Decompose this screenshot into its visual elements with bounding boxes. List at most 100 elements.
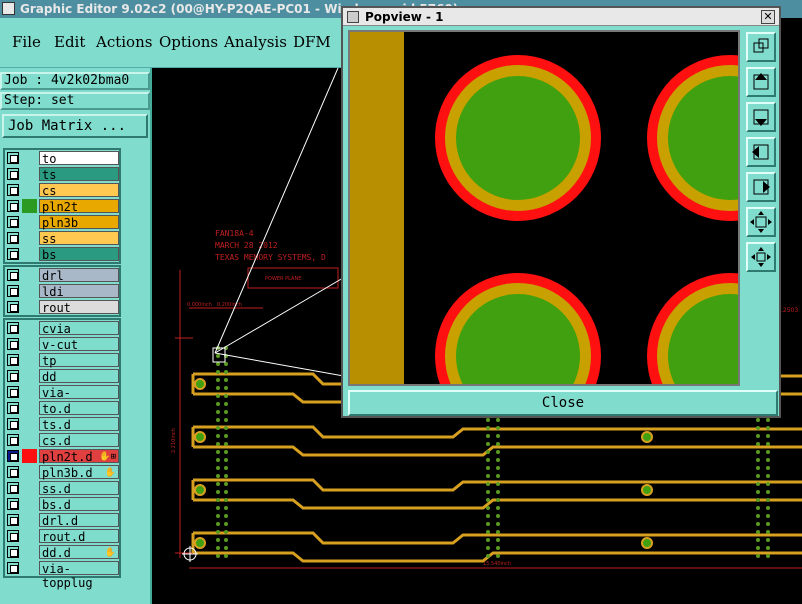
layer-affected-swatch[interactable] xyxy=(22,215,37,229)
layer-row-ts-d[interactable]: ts.d xyxy=(5,416,119,432)
layer-name[interactable]: ts xyxy=(39,167,119,182)
layer-checkbox[interactable] xyxy=(7,370,19,382)
layer-row-to[interactable]: to xyxy=(5,150,119,166)
layer-name[interactable]: bs.d xyxy=(39,497,119,512)
menu-actions[interactable]: Actions xyxy=(96,33,152,51)
layer-affected-swatch[interactable] xyxy=(22,284,37,298)
layer-name[interactable]: v-cut xyxy=(39,337,119,352)
layer-affected-swatch[interactable] xyxy=(22,433,37,447)
layer-name[interactable]: drl xyxy=(39,268,119,283)
layer-row-drl[interactable]: drl xyxy=(5,267,119,283)
layer-name[interactable]: to.d xyxy=(39,401,119,416)
layer-affected-swatch[interactable] xyxy=(22,337,37,351)
layer-name[interactable]: pln3b xyxy=(39,215,119,230)
layer-checkbox[interactable] xyxy=(7,301,19,313)
layer-affected-swatch[interactable] xyxy=(22,369,37,383)
layer-affected-swatch[interactable] xyxy=(22,529,37,543)
layer-affected-swatch[interactable] xyxy=(22,321,37,335)
layer-affected-swatch[interactable] xyxy=(22,300,37,314)
layer-row-via-topplug[interactable]: via-topplug xyxy=(5,384,119,414)
layer-checkbox[interactable] xyxy=(7,530,19,542)
layer-affected-swatch[interactable] xyxy=(22,497,37,511)
pan-all-icon[interactable] xyxy=(746,242,776,272)
layer-checkbox[interactable] xyxy=(7,450,19,462)
layer-row-pln2t-d[interactable]: pln2t.d ✋⊞ xyxy=(5,448,119,464)
layer-checkbox[interactable] xyxy=(7,562,19,574)
job-matrix-button[interactable]: Job Matrix ... xyxy=(2,114,148,138)
layer-row-bs-d[interactable]: bs.d xyxy=(5,496,119,512)
menu-dfm[interactable]: DFM xyxy=(293,33,331,51)
layer-checkbox[interactable] xyxy=(7,168,19,180)
popview-close-button[interactable]: Close xyxy=(348,390,778,416)
layer-row-pln3b-d[interactable]: pln3b.d ✋ xyxy=(5,464,119,480)
layer-name[interactable]: ts.d xyxy=(39,417,119,432)
layer-row-bs[interactable]: bs xyxy=(5,246,119,262)
layer-affected-swatch[interactable] xyxy=(22,353,37,367)
layer-name[interactable]: to xyxy=(39,151,119,166)
layer-checkbox[interactable] xyxy=(7,338,19,350)
layer-row-pln3b[interactable]: pln3b xyxy=(5,214,119,230)
layer-row-via-topplug[interactable]: via-topplug xyxy=(5,560,119,590)
menu-edit[interactable]: Edit xyxy=(54,33,85,51)
zoom-extents-icon[interactable] xyxy=(746,207,776,237)
layer-name[interactable]: ss.d xyxy=(39,481,119,496)
layer-affected-swatch[interactable] xyxy=(22,561,37,575)
layer-checkbox[interactable] xyxy=(7,498,19,510)
layer-name[interactable]: cs.d xyxy=(39,433,119,448)
layer-affected-swatch[interactable] xyxy=(22,268,37,282)
zoom-fit-icon[interactable] xyxy=(746,32,776,62)
layer-row-cs[interactable]: cs xyxy=(5,182,119,198)
layer-name[interactable]: rout.d xyxy=(39,529,119,544)
layer-name[interactable]: rout xyxy=(39,300,119,315)
layer-affected-swatch[interactable] xyxy=(22,183,37,197)
layer-name[interactable]: dd.d ✋ xyxy=(39,545,119,560)
layer-affected-swatch[interactable] xyxy=(22,199,37,213)
layer-affected-swatch[interactable] xyxy=(22,417,37,431)
layer-affected-swatch[interactable] xyxy=(22,449,37,463)
layer-checkbox[interactable] xyxy=(7,466,19,478)
layer-name[interactable]: tp xyxy=(39,353,119,368)
layer-checkbox[interactable] xyxy=(7,418,19,430)
layer-row-dd-d[interactable]: dd.d ✋ xyxy=(5,544,119,560)
layer-name[interactable]: via-topplug xyxy=(39,561,119,590)
layer-affected-swatch[interactable] xyxy=(22,513,37,527)
layer-name[interactable]: via-topplug xyxy=(39,385,119,414)
layer-row-pln2t[interactable]: pln2t xyxy=(5,198,119,214)
layer-name[interactable]: drl.d xyxy=(39,513,119,528)
popview-canvas[interactable] xyxy=(348,30,740,386)
layer-checkbox[interactable] xyxy=(7,200,19,212)
layer-checkbox[interactable] xyxy=(7,354,19,366)
popview-window-icon[interactable] xyxy=(347,11,359,23)
layer-checkbox[interactable] xyxy=(7,184,19,196)
layer-checkbox[interactable] xyxy=(7,322,19,334)
menu-file[interactable]: File xyxy=(12,33,41,51)
layer-affected-swatch[interactable] xyxy=(22,167,37,181)
window-icon[interactable] xyxy=(2,2,15,15)
layer-checkbox[interactable] xyxy=(7,546,19,558)
layer-row-v-cut[interactable]: v-cut xyxy=(5,336,119,352)
layer-row-ldi[interactable]: ldi xyxy=(5,283,119,299)
layer-checkbox[interactable] xyxy=(7,482,19,494)
layer-checkbox[interactable] xyxy=(7,402,19,414)
layer-name[interactable]: ldi xyxy=(39,284,119,299)
layer-checkbox[interactable] xyxy=(7,216,19,228)
layer-row-to-d[interactable]: to.d xyxy=(5,400,119,416)
layer-affected-swatch[interactable] xyxy=(22,151,37,165)
layer-checkbox[interactable] xyxy=(7,248,19,260)
layer-checkbox[interactable] xyxy=(7,386,19,398)
layer-name[interactable]: cvia xyxy=(39,321,119,336)
layer-name[interactable]: pln2t.d ✋⊞ xyxy=(39,449,119,464)
layer-row-dd[interactable]: dd xyxy=(5,368,119,384)
layer-checkbox[interactable] xyxy=(7,514,19,526)
layer-row-ts[interactable]: ts xyxy=(5,166,119,182)
layer-name[interactable]: ss xyxy=(39,231,119,246)
zoom-up-icon[interactable] xyxy=(746,67,776,97)
pan-left-icon[interactable] xyxy=(746,137,776,167)
layer-row-cs-d[interactable]: cs.d xyxy=(5,432,119,448)
layer-checkbox[interactable] xyxy=(7,269,19,281)
layer-checkbox[interactable] xyxy=(7,285,19,297)
layer-affected-swatch[interactable] xyxy=(22,481,37,495)
layer-name[interactable]: pln3b.d ✋ xyxy=(39,465,119,480)
layer-name[interactable]: dd xyxy=(39,369,119,384)
layer-checkbox[interactable] xyxy=(7,152,19,164)
